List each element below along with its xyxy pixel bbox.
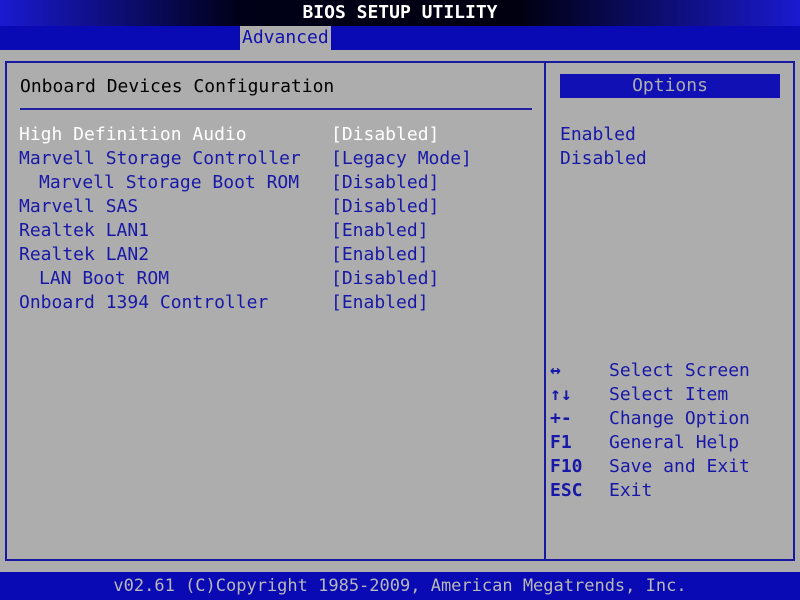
help-description: Exit — [609, 480, 653, 501]
setting-label[interactable]: LAN Boot ROM — [39, 267, 169, 291]
setting-value[interactable]: [Enabled] — [331, 219, 429, 243]
tab-advanced[interactable]: Advanced — [240, 26, 331, 50]
setting-value[interactable]: [Legacy Mode] — [331, 147, 472, 171]
help-key: ↔ — [550, 360, 561, 381]
options-panel: Options Enabled Disabled ↔ Select Screen ↑… — [544, 61, 795, 561]
setting-label[interactable]: Realtek LAN1 — [19, 219, 149, 243]
options-heading: Options — [560, 74, 780, 98]
setting-label[interactable]: Marvell SAS — [19, 195, 138, 219]
help-description: Save and Exit — [609, 456, 750, 477]
setting-label[interactable]: Marvell Storage Boot ROM — [39, 171, 299, 195]
setting-value[interactable]: [Disabled] — [331, 123, 439, 147]
setting-value[interactable]: [Disabled] — [331, 267, 439, 291]
setting-label[interactable]: High Definition Audio — [19, 123, 247, 147]
help-description: Select Screen — [609, 360, 750, 381]
settings-panel: Onboard Devices Configuration High Defin… — [5, 61, 546, 561]
divider — [20, 108, 532, 110]
page-title: Onboard Devices Configuration — [20, 76, 335, 97]
setting-label[interactable]: Marvell Storage Controller — [19, 147, 301, 171]
help-key: ↑↓ — [550, 384, 572, 405]
option-enabled[interactable]: Enabled — [560, 123, 636, 147]
help-key: F1 — [550, 432, 572, 453]
tab-bar: Advanced — [0, 26, 800, 50]
copyright-footer: v02.61 (C)Copyright 1985-2009, American … — [0, 572, 800, 600]
help-description: Select Item — [609, 384, 729, 405]
help-description: General Help — [609, 432, 740, 453]
help-key: +- — [550, 408, 572, 429]
setting-value[interactable]: [Enabled] — [331, 243, 429, 267]
help-description: Change Option — [609, 408, 750, 429]
setting-value[interactable]: [Disabled] — [331, 195, 439, 219]
setting-label[interactable]: Realtek LAN2 — [19, 243, 149, 267]
help-key: ESC — [550, 480, 583, 501]
setting-value[interactable]: [Enabled] — [331, 291, 429, 315]
setting-label[interactable]: Onboard 1394 Controller — [19, 291, 268, 315]
help-key: F10 — [550, 456, 583, 477]
setting-value[interactable]: [Disabled] — [331, 171, 439, 195]
title-bar: BIOS SETUP UTILITY — [0, 0, 800, 26]
option-disabled[interactable]: Disabled — [560, 147, 647, 171]
